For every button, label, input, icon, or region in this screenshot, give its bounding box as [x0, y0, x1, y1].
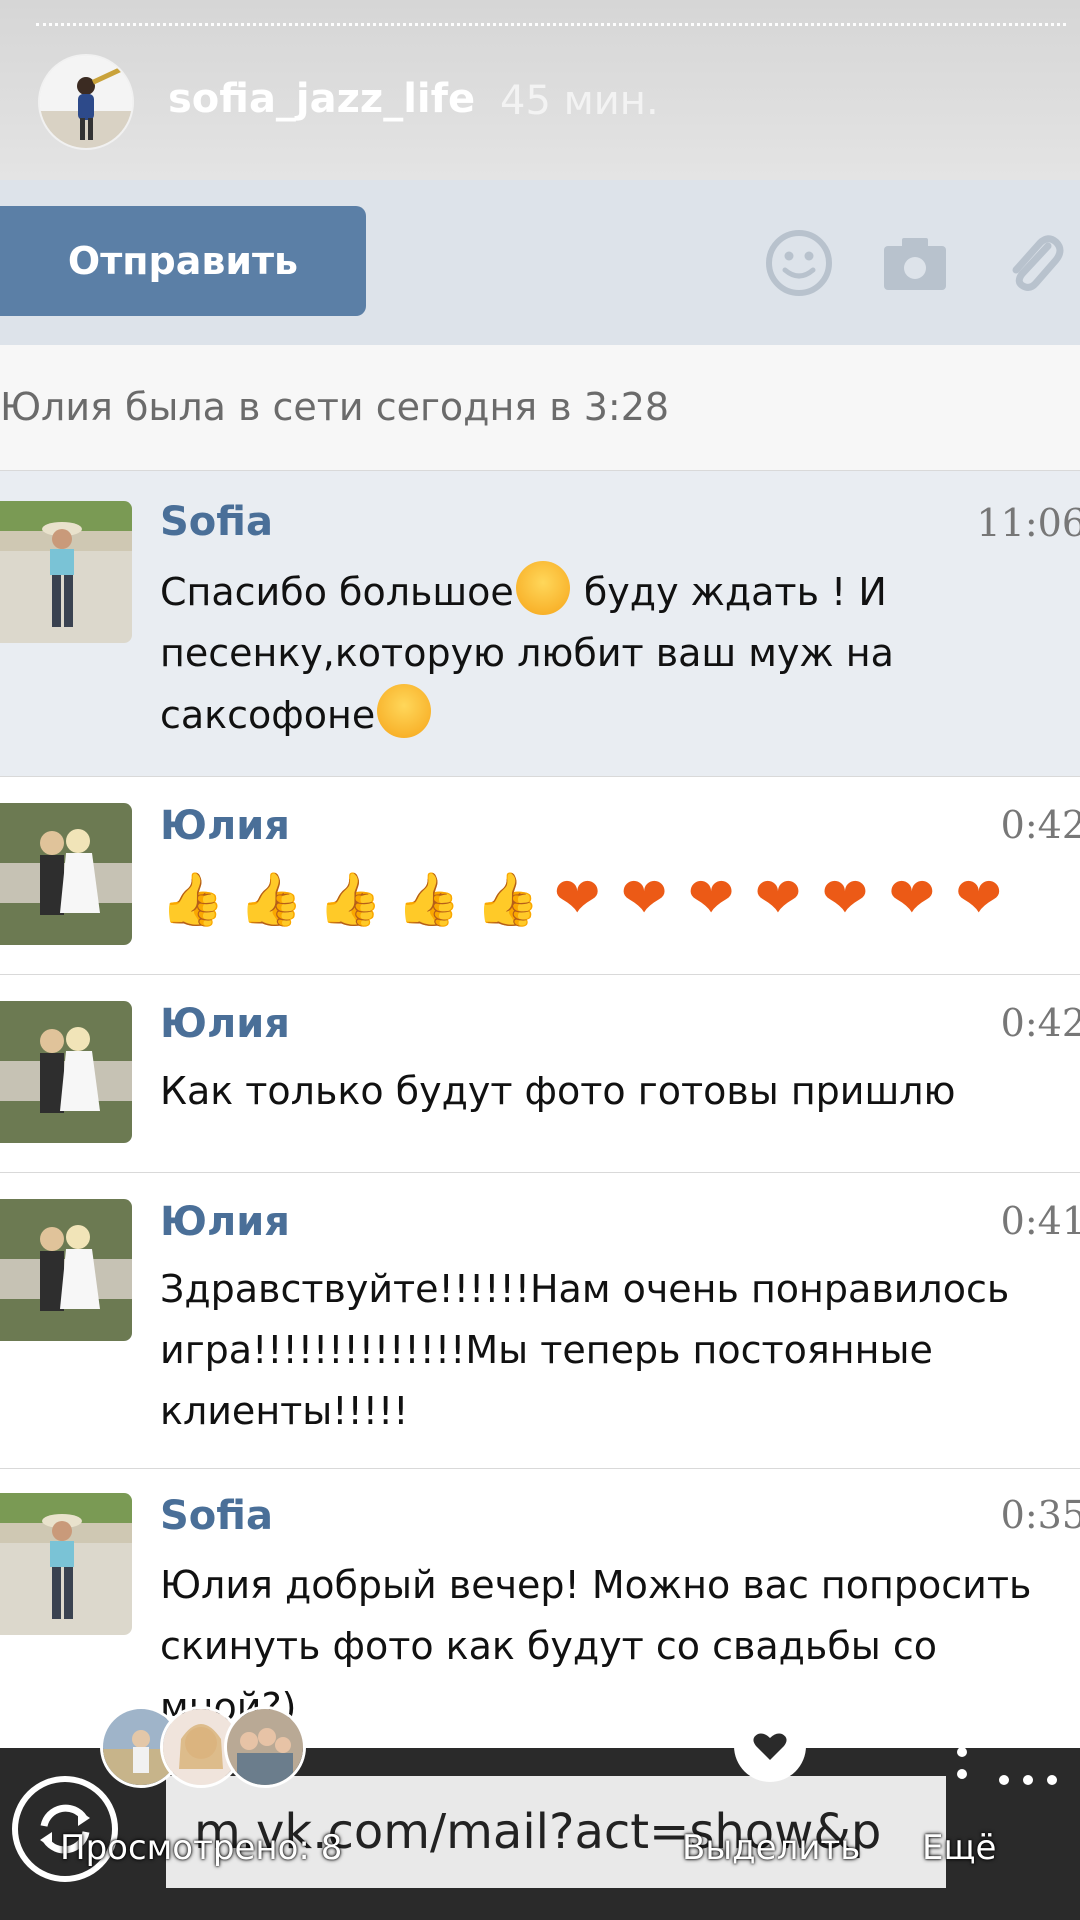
smile-emoji-icon — [515, 561, 570, 615]
message-text: Спасибо большое буду ждать ! И песенку,к… — [160, 561, 1060, 746]
story-time: 45 мин. — [500, 78, 659, 124]
heart-icon[interactable] — [734, 1710, 806, 1782]
more-vertical-icon[interactable] — [952, 1722, 972, 1782]
viewed-count-label[interactable]: Просмотрено: 8 — [60, 1828, 342, 1868]
send-button[interactable]: Отправить — [0, 206, 366, 316]
avatar[interactable] — [0, 1199, 132, 1341]
heart-emoji-icon: ❤ — [553, 866, 601, 931]
smile-icon[interactable] — [764, 228, 834, 298]
heart-emoji-icon: ❤ — [754, 866, 802, 931]
avatar[interactable] — [0, 501, 132, 643]
message-time: 11:06 — [976, 501, 1080, 545]
message-time: 0:42 — [1000, 1001, 1080, 1045]
story-avatar[interactable] — [40, 56, 132, 148]
sender-name[interactable]: Юлия — [160, 803, 290, 849]
message-text: Юлия добрый вечер! Можно вас попросить с… — [160, 1563, 1032, 1729]
smile-emoji-icon — [377, 684, 432, 738]
more-horizontal-icon[interactable] — [996, 1768, 1060, 1792]
heart-emoji-icon: ❤ — [620, 866, 668, 931]
heart-emoji-icon: ❤ — [821, 866, 869, 931]
sender-name[interactable]: Юлия — [160, 1001, 290, 1047]
sender-name[interactable]: Юлия — [160, 1199, 290, 1245]
heart-emoji-icon: ❤ — [955, 866, 1003, 931]
thumbs-up-icon: 👍 — [317, 870, 383, 930]
message-time: 0:35 — [1000, 1493, 1080, 1537]
thumbs-up-icon: 👍 — [475, 870, 540, 930]
thumbs-up-icon: 👍 — [396, 870, 461, 930]
message-row[interactable]: Юлия 0:41 Здравствуйте!!!!!!Нам очень по… — [0, 1172, 1080, 1469]
viewer-avatar[interactable] — [224, 1706, 306, 1788]
sender-name[interactable]: Sofia — [160, 499, 273, 545]
thumbs-up-icon: 👍 — [160, 870, 225, 930]
avatar[interactable] — [0, 1001, 132, 1143]
paperclip-icon[interactable] — [998, 228, 1068, 298]
avatar[interactable] — [0, 803, 132, 945]
avatar[interactable] — [0, 1493, 132, 1635]
story-username[interactable]: sofia_jazz_life — [168, 76, 475, 122]
camera-icon[interactable] — [880, 228, 950, 298]
emoji-reactions: 👍 👍 👍 👍 👍 ❤ ❤ ❤ ❤ ❤ ❤ ❤ — [160, 869, 1060, 935]
message-row[interactable]: Sofia 0:35 Юлия добрый вечер! Можно вас … — [0, 1468, 1080, 1749]
heart-emoji-icon: ❤ — [687, 866, 735, 931]
message-time: 0:41 — [1000, 1199, 1080, 1243]
thumbs-up-icon: 👍 — [238, 870, 304, 930]
message-text: Как только будут фото готовы пришлю — [160, 1069, 956, 1113]
message-time: 0:42 — [1000, 803, 1080, 847]
heart-emoji-icon: ❤ — [888, 866, 936, 931]
last-seen-status: Юлия была в сети сегодня в 3:28 — [0, 385, 670, 429]
message-row[interactable]: Юлия 0:42 👍 👍 👍 👍 👍 ❤ ❤ ❤ ❤ ❤ ❤ ❤ — [0, 776, 1080, 975]
message-row[interactable]: Юлия 0:42 Как только будут фото готовы п… — [0, 974, 1080, 1173]
message-row[interactable]: Sofia 11:06 Спасибо большое буду ждать !… — [0, 470, 1080, 777]
sender-name[interactable]: Sofia — [160, 1493, 273, 1539]
story-progress-bar — [36, 23, 1066, 26]
message-text-part: Спасибо большое — [160, 570, 514, 614]
more-button[interactable]: Ещё — [922, 1828, 996, 1868]
message-text: Здравствуйте!!!!!!Нам очень понравилось … — [160, 1267, 1010, 1433]
highlight-button[interactable]: Выделить — [682, 1828, 860, 1868]
